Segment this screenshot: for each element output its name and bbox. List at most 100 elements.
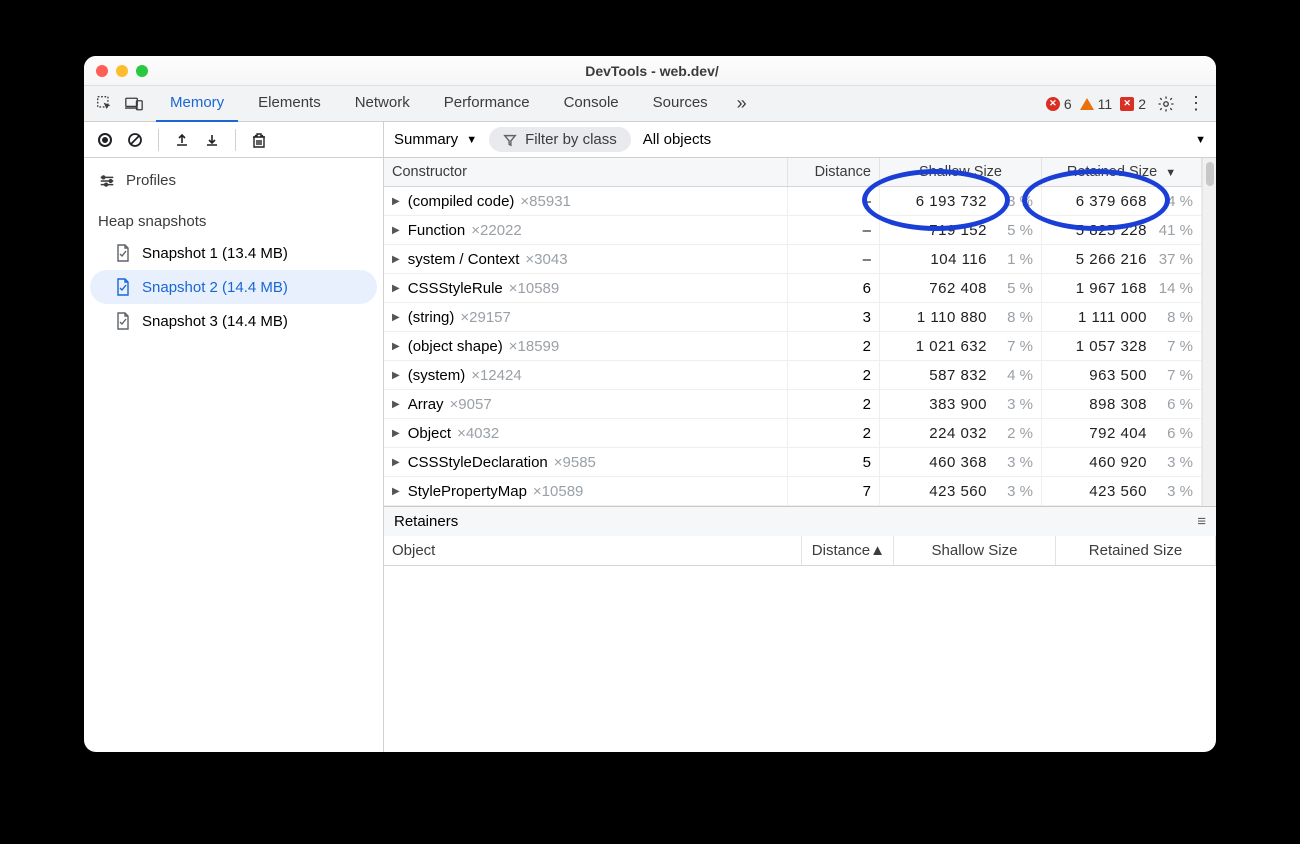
expand-icon[interactable]: ▶: [392, 254, 400, 265]
table-row[interactable]: ▶Array×90572383 9003 %898 3086 %: [384, 390, 1202, 419]
kebab-menu-icon[interactable]: ⋮: [1182, 90, 1210, 118]
filter-input[interactable]: Filter by class: [489, 127, 631, 152]
expand-icon[interactable]: ▶: [392, 225, 400, 236]
cell-shallow: 1 110 8808 %: [880, 303, 1042, 331]
snapshot-item[interactable]: Snapshot 3 (14.4 MB): [90, 304, 377, 338]
record-icon[interactable]: [92, 127, 118, 153]
tab-performance[interactable]: Performance: [430, 86, 544, 122]
scrollbar[interactable]: [1202, 158, 1216, 506]
col-object[interactable]: Object: [384, 536, 802, 565]
summary-select[interactable]: Summary ▼: [394, 131, 477, 148]
table-row[interactable]: ▶system / Context×3043–104 1161 %5 266 2…: [384, 245, 1202, 274]
cell-retained: 1 967 16814 %: [1042, 274, 1202, 302]
cell-distance: 2: [788, 390, 880, 418]
tab-elements[interactable]: Elements: [244, 86, 335, 122]
cell-constructor: ▶system / Context×3043: [384, 245, 788, 273]
tab-memory[interactable]: Memory: [156, 86, 238, 122]
cell-distance: 5: [788, 448, 880, 476]
profiles-header[interactable]: Profiles: [84, 162, 383, 199]
zoom-window-button[interactable]: [136, 65, 148, 77]
cell-shallow: 423 5603 %: [880, 477, 1042, 505]
table-row[interactable]: ▶CSSStyleDeclaration×95855460 3683 %460 …: [384, 448, 1202, 477]
window-title: DevTools - web.dev/: [160, 63, 1144, 79]
errors-counter[interactable]: ✕ 6: [1046, 96, 1072, 112]
table-row[interactable]: ▶(compiled code)×85931–6 193 7323 %6 379…: [384, 187, 1202, 216]
cell-retained: 460 9203 %: [1042, 448, 1202, 476]
snapshot-view-controls: Summary ▼ Filter by class All objects ▼: [384, 122, 1216, 157]
snapshot-item[interactable]: Snapshot 1 (13.4 MB): [90, 236, 377, 270]
cell-retained: 6 379 6684 %: [1042, 187, 1202, 215]
tab-network[interactable]: Network: [341, 86, 424, 122]
table-row[interactable]: ▶(system)×124242587 8324 %963 5007 %: [384, 361, 1202, 390]
cell-retained: 5 266 21637 %: [1042, 245, 1202, 273]
col-distance[interactable]: Distance▲: [802, 536, 894, 565]
tab-console[interactable]: Console: [550, 86, 633, 122]
expand-icon[interactable]: ▶: [392, 312, 400, 323]
expand-icon[interactable]: ▶: [392, 283, 400, 294]
cell-shallow: 762 4085 %: [880, 274, 1042, 302]
expand-icon[interactable]: ▶: [392, 486, 400, 497]
cell-distance: 7: [788, 477, 880, 505]
cell-shallow: 224 0322 %: [880, 419, 1042, 447]
col-distance[interactable]: Distance: [788, 158, 880, 186]
expand-icon[interactable]: ▶: [392, 370, 400, 381]
cell-retained: 1 111 0008 %: [1042, 303, 1202, 331]
col-retained-size[interactable]: Retained Size ▼: [1042, 158, 1202, 186]
window-controls: [96, 65, 148, 77]
col-constructor[interactable]: Constructor: [384, 158, 788, 186]
cell-constructor: ▶CSSStyleDeclaration×9585: [384, 448, 788, 476]
menu-icon[interactable]: ≡: [1197, 513, 1206, 530]
cell-retained: 5 825 22841 %: [1042, 216, 1202, 244]
clear-icon[interactable]: [122, 127, 148, 153]
sort-desc-icon: ▼: [1165, 167, 1176, 179]
collect-garbage-icon[interactable]: [246, 127, 272, 153]
constructors-table[interactable]: ▶(compiled code)×85931–6 193 7323 %6 379…: [384, 187, 1202, 506]
snapshot-icon: [114, 244, 132, 262]
col-shallow-size[interactable]: Shallow Size: [894, 536, 1056, 565]
expand-icon[interactable]: ▶: [392, 428, 400, 439]
expand-icon[interactable]: ▶: [392, 399, 400, 410]
expand-icon[interactable]: ▶: [392, 341, 400, 352]
sort-asc-icon: ▲: [870, 542, 885, 559]
close-window-button[interactable]: [96, 65, 108, 77]
sliders-icon: [98, 174, 116, 188]
profiles-toolbar: [84, 122, 384, 157]
issues-icon: ✕: [1120, 97, 1134, 111]
expand-icon[interactable]: ▶: [392, 196, 400, 207]
devtools-window: DevTools - web.dev/ Memory Elements Netw…: [84, 56, 1216, 752]
table-row[interactable]: ▶Function×22022–719 1525 %5 825 22841 %: [384, 216, 1202, 245]
constructors-header: Constructor Distance Shallow Size Retain…: [384, 158, 1202, 187]
expand-icon[interactable]: ▶: [392, 457, 400, 468]
more-tabs-icon[interactable]: »: [728, 90, 756, 118]
issues-counter[interactable]: ✕ 2: [1120, 96, 1146, 112]
col-shallow-size[interactable]: Shallow Size: [880, 158, 1042, 186]
col-retained-size[interactable]: Retained Size: [1056, 536, 1216, 565]
table-row[interactable]: ▶StylePropertyMap×105897423 5603 %423 56…: [384, 477, 1202, 506]
save-icon[interactable]: [199, 127, 225, 153]
issues-count: 2: [1138, 96, 1146, 112]
cell-shallow: 104 1161 %: [880, 245, 1042, 273]
table-row[interactable]: ▶Object×40322224 0322 %792 4046 %: [384, 419, 1202, 448]
snapshot-icon: [114, 278, 132, 296]
table-row[interactable]: ▶CSSStyleRule×105896762 4085 %1 967 1681…: [384, 274, 1202, 303]
cell-constructor: ▶Object×4032: [384, 419, 788, 447]
objects-select[interactable]: All objects: [643, 131, 711, 148]
panel-tabbar: Memory Elements Network Performance Cons…: [84, 86, 1216, 122]
device-toolbar-icon[interactable]: [120, 90, 148, 118]
chevron-down-icon[interactable]: ▼: [1195, 134, 1206, 146]
snapshot-item[interactable]: Snapshot 2 (14.4 MB): [90, 270, 377, 304]
snapshot-icon: [114, 312, 132, 330]
table-row[interactable]: ▶(object shape)×1859921 021 6327 %1 057 …: [384, 332, 1202, 361]
minimize-window-button[interactable]: [116, 65, 128, 77]
settings-icon[interactable]: [1152, 90, 1180, 118]
cell-constructor: ▶(compiled code)×85931: [384, 187, 788, 215]
table-row[interactable]: ▶(string)×2915731 110 8808 %1 111 0008 %: [384, 303, 1202, 332]
load-icon[interactable]: [169, 127, 195, 153]
tab-sources[interactable]: Sources: [639, 86, 722, 122]
heap-snapshot-main: Constructor Distance Shallow Size Retain…: [384, 158, 1216, 752]
warnings-counter[interactable]: 11: [1080, 96, 1113, 112]
cell-distance: 2: [788, 361, 880, 389]
error-icon: ✕: [1046, 97, 1060, 111]
cell-constructor: ▶(object shape)×18599: [384, 332, 788, 360]
inspect-icon[interactable]: [90, 90, 118, 118]
